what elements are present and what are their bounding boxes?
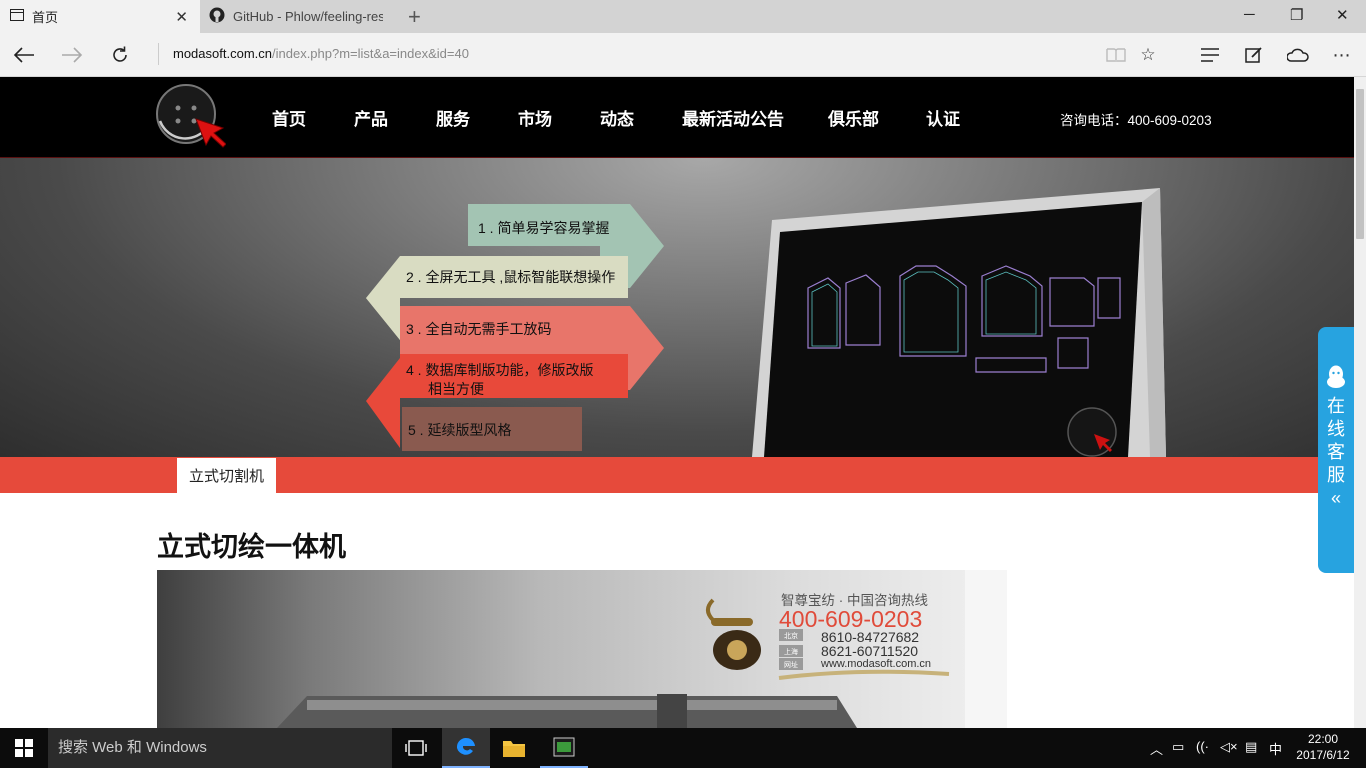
terminal-taskbar-button[interactable] — [540, 728, 588, 768]
nav-news[interactable]: 动态 — [600, 105, 634, 130]
network-icon[interactable]: ((· — [1196, 739, 1209, 754]
terminal-icon — [553, 737, 575, 757]
address-host: modasoft.com.cn — [173, 46, 272, 61]
tab-github[interactable]: GitHub - Phlow/feeling-resp — [201, 0, 401, 33]
clock-date: 2017/6/12 — [1296, 748, 1350, 762]
online-service-char: 客 — [1327, 442, 1345, 462]
product-image: 智尊宝纺 · 中国咨询热线 400-609-0203 北京 8610-84727… — [157, 570, 1007, 728]
page-icon — [10, 9, 24, 24]
taskbar-clock[interactable]: 22:00 2017/6/12 — [1288, 731, 1358, 763]
online-service-label: 在 线 客 服 « — [1318, 395, 1354, 510]
hotline-text: 咨询电话：400-609-0203 — [1060, 113, 1212, 128]
product-website: www.modasoft.com.cn — [821, 658, 932, 670]
online-service-char: 在 — [1327, 396, 1345, 416]
taskbar-search-input[interactable]: 搜索 Web 和 Windows — [48, 728, 392, 768]
product-tel1-tag: 北京 — [784, 633, 798, 640]
feature-1: 1 . 简单易学容易掌握 — [478, 220, 610, 236]
product-tel2-tag: 上海 — [784, 649, 798, 656]
github-icon — [209, 7, 225, 26]
qq-penguin-icon — [1327, 365, 1345, 388]
nav-announcements[interactable]: 最新活动公告 — [682, 105, 784, 130]
battery-icon[interactable]: ▭ — [1172, 739, 1184, 755]
browser-tab-bar: 首页 ✕ GitHub - Phlow/feeling-resp + ─ ❐ ✕ — [0, 0, 1366, 33]
forward-arrow-icon — [62, 47, 83, 63]
more-options-icon[interactable]: ⋯ — [1330, 43, 1354, 67]
file-explorer-button[interactable] — [490, 728, 538, 768]
feature-3: 3 . 全自动无需手工放码 — [406, 321, 552, 337]
ime-indicator[interactable]: 中 — [1269, 739, 1282, 758]
hub-icon[interactable] — [1198, 43, 1222, 67]
volume-icon[interactable]: ◁× — [1220, 739, 1238, 755]
nav-products[interactable]: 产品 — [354, 105, 388, 130]
task-view-button[interactable] — [392, 728, 440, 768]
show-hidden-icons[interactable]: ︿ — [1150, 739, 1163, 758]
feature-4: 4 . 数据库制版功能，修版改版 — [406, 362, 594, 378]
tab-title: 首页 — [32, 10, 59, 25]
ribbon-2-head — [366, 256, 400, 340]
edge-icon — [456, 737, 475, 755]
nav-certification[interactable]: 认证 — [926, 105, 960, 130]
article-title: 立式切绘一体机 — [157, 532, 346, 562]
back-arrow-icon — [13, 47, 34, 63]
tab-active[interactable]: 首页 ✕ — [0, 0, 200, 33]
refresh-icon — [113, 46, 127, 62]
close-tab-icon[interactable]: ✕ — [175, 8, 188, 26]
monitor-image — [752, 188, 1166, 457]
task-view-icon — [405, 740, 427, 756]
clock-time: 22:00 — [1307, 732, 1339, 746]
address-bar[interactable]: modasoft.com.cn/index.php?m=list&a=index… — [158, 43, 469, 65]
forward-button[interactable] — [58, 41, 86, 69]
nav-home[interactable]: 首页 — [272, 105, 306, 130]
edge-taskbar-button[interactable] — [442, 728, 490, 768]
product-web-tag: 网址 — [784, 662, 798, 669]
close-window-button[interactable]: ✕ — [1336, 6, 1349, 24]
back-button[interactable] — [10, 41, 38, 69]
share-icon[interactable] — [1286, 43, 1310, 67]
windows-logo-icon — [15, 739, 33, 757]
minimize-button[interactable]: ─ — [1244, 6, 1255, 23]
online-service-char: 线 — [1327, 419, 1345, 439]
reading-view-icon[interactable] — [1104, 43, 1128, 67]
web-page: 首页 产品 服务 市场 动态 最新活动公告 俱乐部 认证 咨询电话：400-60… — [0, 77, 1354, 728]
section-tab[interactable]: 立式切割机 — [177, 458, 276, 493]
chevron-left-icon[interactable]: « — [1318, 487, 1354, 510]
telephone-icon — [706, 598, 761, 670]
folder-icon — [503, 741, 525, 757]
online-service-widget[interactable]: 在 线 客 服 « — [1318, 327, 1354, 573]
web-note-icon[interactable] — [1242, 43, 1266, 67]
windows-taskbar: 搜索 Web 和 Windows ︿ ▭ ((· ◁× ▤ 中 22:00 20… — [0, 728, 1366, 768]
address-path: /index.php?m=list&a=index&id=40 — [272, 46, 469, 61]
refresh-button[interactable] — [106, 41, 134, 69]
online-service-char: 服 — [1327, 465, 1345, 485]
browser-nav-bar: modasoft.com.cn/index.php?m=list&a=index… — [0, 33, 1366, 77]
new-tab-button[interactable]: + — [408, 4, 421, 30]
feature-4-cont: 相当方便 — [428, 381, 484, 397]
favorite-star-icon[interactable]: ☆ — [1136, 43, 1160, 67]
product-tel2: 8621-60711520 — [821, 643, 919, 659]
hero-banner[interactable]: 1 . 简单易学容易掌握 2 . 全屏无工具 ,鼠标智能联想操作 3 . 全自动… — [0, 158, 1354, 457]
nav-market[interactable]: 市场 — [518, 105, 552, 130]
nav-club[interactable]: 俱乐部 — [828, 105, 879, 130]
page-scrollbar[interactable] — [1354, 77, 1366, 728]
nav-services[interactable]: 服务 — [436, 105, 470, 130]
notification-icon[interactable]: ▤ — [1245, 739, 1257, 755]
site-logo[interactable] — [156, 81, 227, 157]
feature-2: 2 . 全屏无工具 ,鼠标智能联想操作 — [406, 269, 616, 285]
banner-graphics — [366, 188, 1166, 457]
feature-5: 5 . 延续版型风格 — [408, 422, 512, 438]
site-header: 首页 产品 服务 市场 动态 最新活动公告 俱乐部 认证 咨询电话：400-60… — [0, 77, 1354, 158]
start-button[interactable] — [0, 728, 48, 768]
section-bar: 立式切割机 — [0, 457, 1354, 493]
scrollbar-thumb[interactable] — [1356, 89, 1364, 239]
tab-title: GitHub - Phlow/feeling-resp — [233, 9, 383, 24]
restore-button[interactable]: ❐ — [1290, 6, 1303, 24]
